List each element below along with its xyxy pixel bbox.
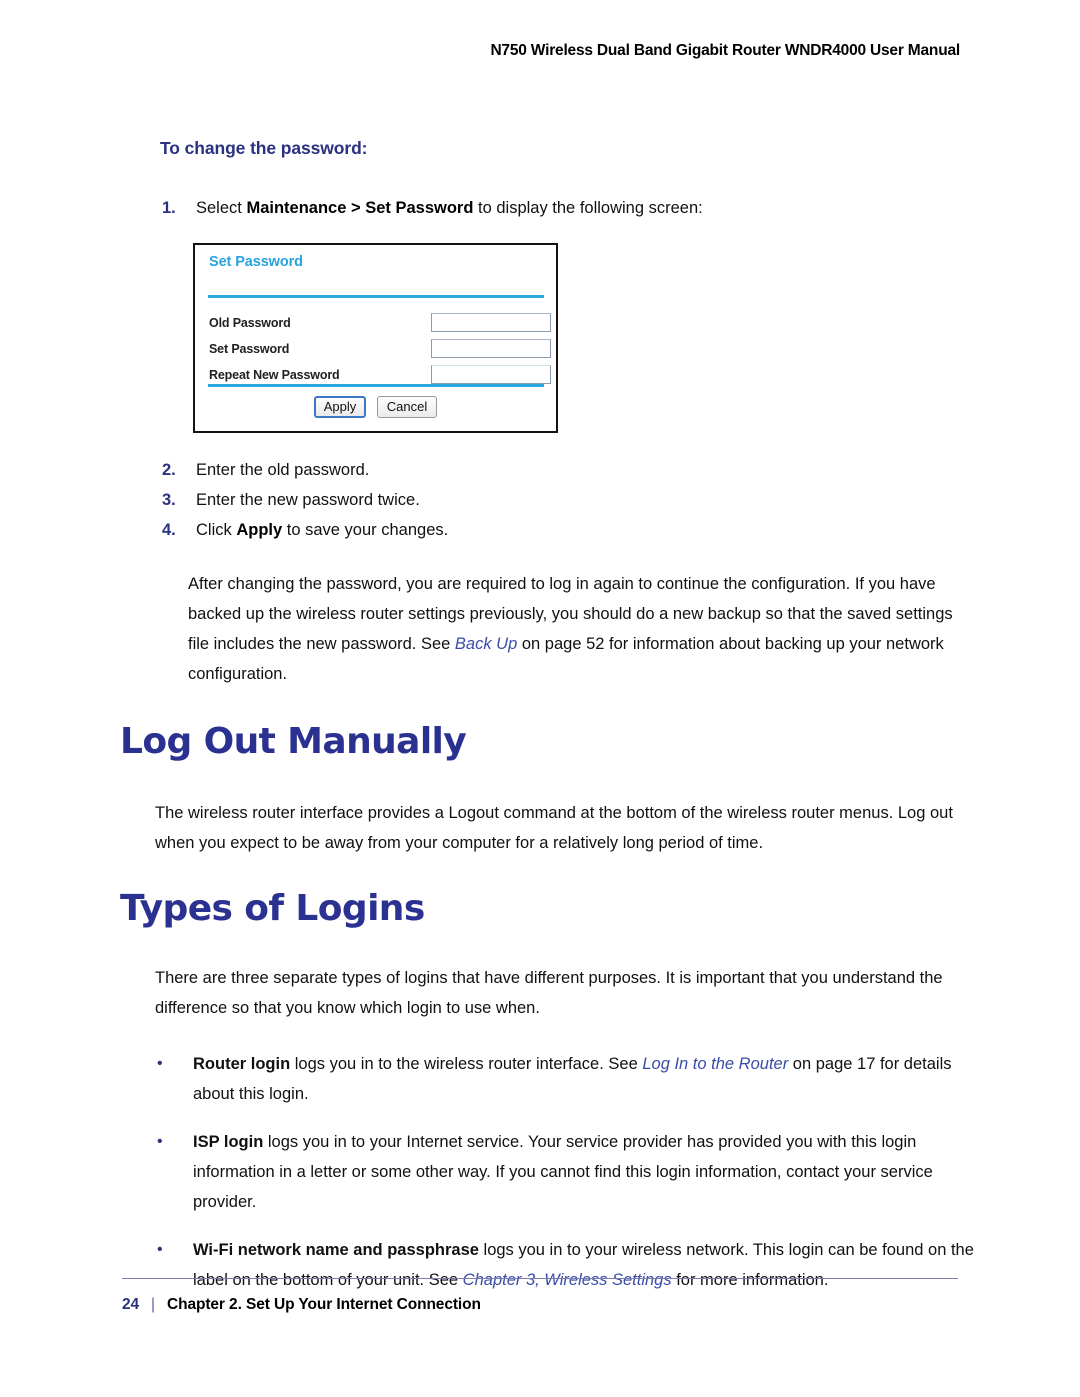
step-number: 4.	[162, 521, 176, 539]
bullet-text-1: logs you in to your Internet service. Yo…	[193, 1133, 933, 1211]
numbered-step-list-first: 1. Select Maintenance > Set Password to d…	[0, 193, 1080, 223]
old-password-input[interactable]	[431, 313, 551, 332]
apply-button[interactable]: Apply	[313, 396, 367, 418]
log-out-manually-paragraph: The wireless router interface provides a…	[155, 804, 953, 852]
set-password-input[interactable]	[431, 339, 551, 358]
cross-reference-chapter-3-wireless-settings[interactable]: Chapter 3, Wireless Settings	[463, 1271, 672, 1289]
step-text: Enter the new password twice.	[196, 491, 420, 509]
bullet-text-1: logs you in to the wireless router inter…	[290, 1055, 643, 1073]
step-text-after: to display the following screen:	[473, 199, 703, 217]
screenshot-field-row: Repeat New Password	[209, 365, 551, 391]
step-number: 1.	[162, 199, 176, 217]
page-footer: 24 | Chapter 2. Set Up Your Internet Conne…	[122, 1296, 481, 1314]
cross-reference-back-up[interactable]: Back Up	[455, 635, 517, 653]
step-item-4: 4. Click Apply to save your changes.	[160, 515, 1080, 545]
bullet-bold-label: ISP login	[193, 1133, 264, 1151]
bullet-item-router-login: • Router login logs you in to the wireles…	[155, 1049, 993, 1109]
page-content: To change the password: 1. Select Mainten…	[0, 138, 1080, 1295]
screenshot-divider-bottom	[208, 384, 544, 387]
step-number: 3.	[162, 491, 176, 509]
bullet-bold-label: Router login	[193, 1055, 291, 1073]
cross-reference-log-in-to-the-router[interactable]: Log In to the Router	[642, 1055, 788, 1073]
running-header: N750 Wireless Dual Band Gigabit Router W…	[490, 42, 960, 59]
section-heading-types-of-logins: Types of Logins	[120, 888, 425, 929]
step-item-3: 3. Enter the new password twice.	[160, 485, 1080, 515]
step-text-after: to save your changes.	[282, 521, 449, 539]
step-item-2: 2. Enter the old password.	[160, 455, 1080, 485]
field-label-old-password: Old Password	[209, 316, 291, 330]
footer-separator: |	[151, 1296, 155, 1313]
field-label-set-password: Set Password	[209, 342, 290, 356]
procedure-heading: To change the password:	[160, 138, 368, 158]
bullet-item-isp-login: • ISP login logs you in to your Internet …	[155, 1127, 993, 1217]
step-text-bold: Apply	[236, 521, 283, 539]
repeat-new-password-input[interactable]	[431, 365, 551, 384]
step-text-bold: Maintenance > Set Password	[246, 199, 474, 217]
footer-chapter-title: Chapter 2. Set Up Your Internet Connecti…	[166, 1296, 481, 1313]
screenshot-title: Set Password	[209, 254, 303, 270]
step-text-before: Click	[196, 521, 237, 539]
step-text-before: Select	[196, 199, 247, 217]
bullet-marker: •	[157, 1055, 163, 1072]
footer-page-number: 24	[122, 1296, 140, 1313]
numbered-step-list-rest: 2. Enter the old password. 3. Enter the ne…	[0, 455, 1080, 545]
set-password-screenshot: Set Password Old Password Set Password R…	[193, 243, 558, 433]
types-of-logins-paragraph: There are three separate types of logins…	[155, 969, 943, 1017]
bullet-marker: •	[157, 1133, 163, 1150]
bullet-text-2: for more information.	[671, 1271, 829, 1289]
password-note-paragraph: After changing the password, you are req…	[188, 569, 958, 689]
screenshot-field-row: Set Password	[209, 339, 551, 365]
footer-divider	[122, 1278, 958, 1279]
screenshot-divider-top	[208, 295, 544, 298]
bullet-marker: •	[157, 1241, 163, 1258]
step-text: Enter the old password.	[196, 461, 370, 479]
screenshot-field-row: Old Password	[209, 313, 551, 339]
bullet-item-wifi-network-name: • Wi-Fi network name and passphrase logs …	[155, 1235, 993, 1295]
step-item-1: 1. Select Maintenance > Set Password to d…	[160, 193, 1080, 223]
screenshot-button-bar: Apply Cancel	[195, 396, 556, 418]
field-label-repeat-new-password: Repeat New Password	[209, 368, 340, 382]
cancel-button[interactable]: Cancel	[376, 396, 438, 418]
document-page: N750 Wireless Dual Band Gigabit Router W…	[0, 0, 1080, 1397]
bullet-bold-label: Wi-Fi network name and passphrase	[193, 1241, 479, 1259]
section-heading-log-out-manually: Log Out Manually	[120, 721, 467, 762]
step-number: 2.	[162, 461, 176, 479]
